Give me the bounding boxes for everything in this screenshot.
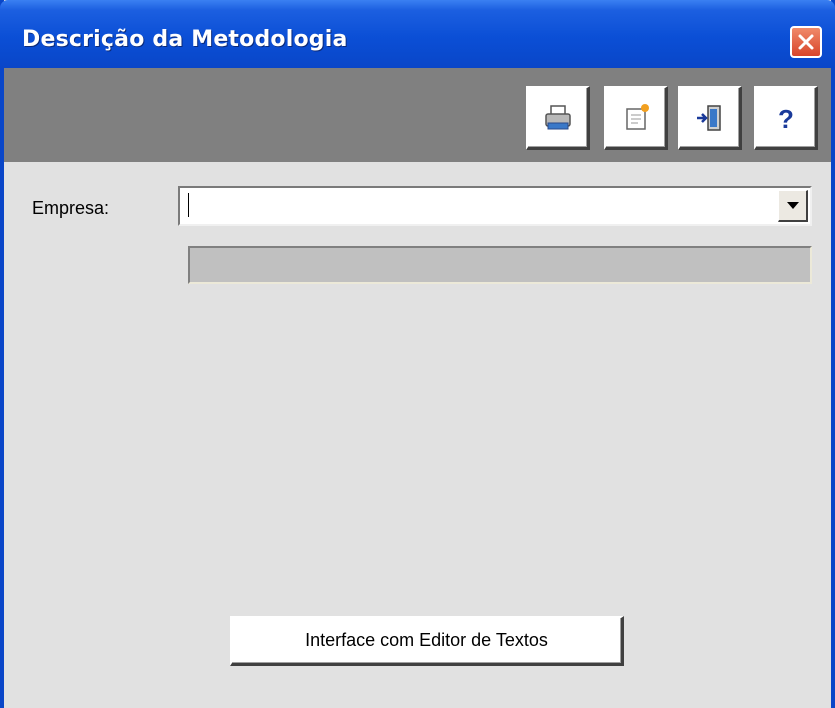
exit-door-icon [697,105,721,131]
close-icon [798,34,814,50]
help-icon: ? [778,104,794,134]
printer-icon [545,105,571,130]
empresa-description-field [188,246,812,284]
close-button[interactable] [790,26,822,58]
empresa-select[interactable] [178,186,812,226]
dialog-window: Descrição da Metodologia ? Empresa: Inte… [0,0,835,708]
empresa-label: Empresa: [32,198,110,218]
text-caret [188,193,189,217]
window-title: Descrição da Metodologia [22,27,348,52]
chevron-down-icon [787,202,799,209]
help-button[interactable]: ? [754,86,818,150]
print-button[interactable] [526,86,590,150]
svg-text:?: ? [778,104,794,134]
edit-document-icon [626,104,649,130]
editor-interface-button[interactable]: Interface com Editor de Textos [230,616,624,666]
toolbar: ? [4,68,831,162]
empresa-dropdown-button[interactable] [778,190,808,222]
exit-button[interactable] [678,86,742,150]
edit-button[interactable] [604,86,668,150]
title-bar[interactable]: Descrição da Metodologia [0,0,835,68]
